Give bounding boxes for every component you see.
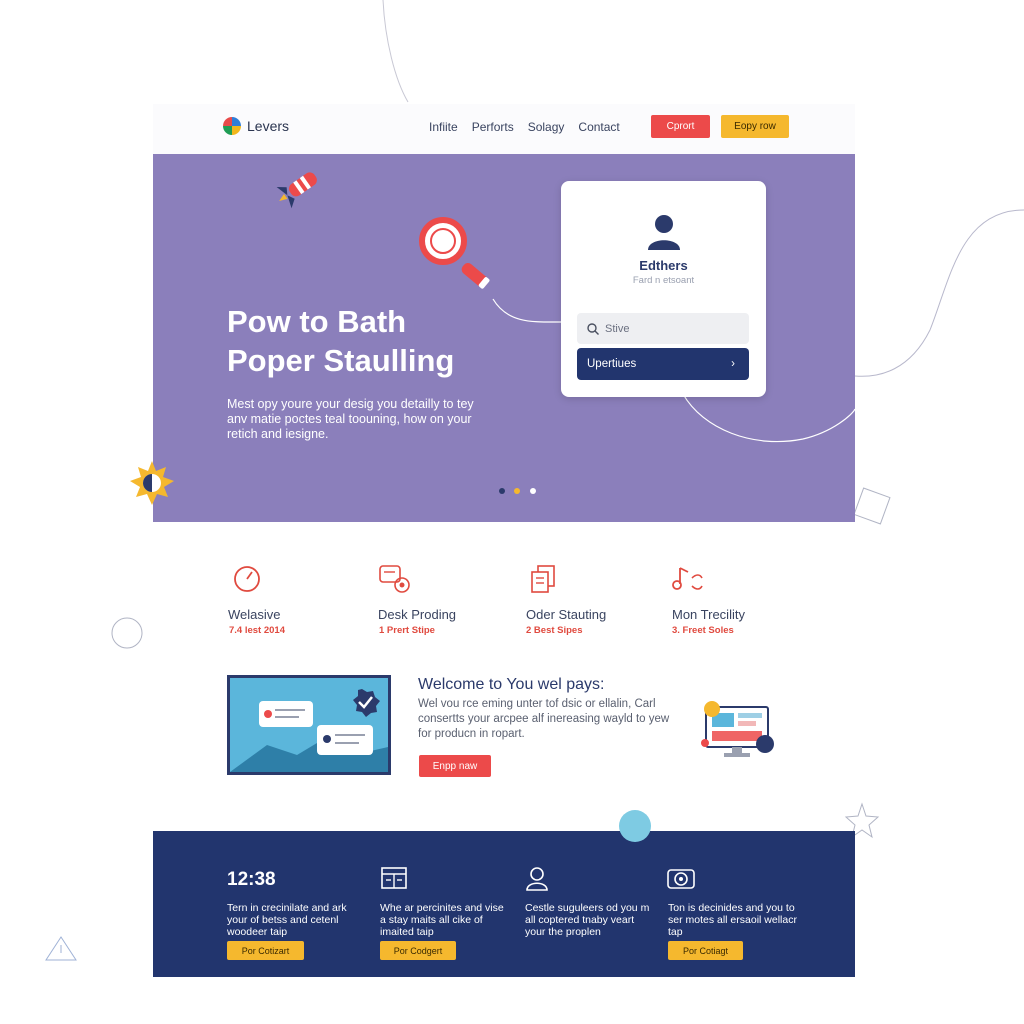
secondary-header-button[interactable]: Eopy row — [721, 115, 789, 138]
footer-text-2: Whe ar percinites and vise a stay maits … — [380, 902, 504, 938]
footer-text-3: Cestle suguleers od you m all coptered t… — [525, 902, 650, 938]
footer-text-4: Ton is decinides and you to ser motes al… — [668, 902, 797, 938]
search-icon — [587, 322, 599, 335]
feature-subtitle-4: 3. Freet Soles — [672, 625, 734, 636]
chevron-right-icon: › — [731, 358, 735, 370]
carousel-dot-3[interactable] — [530, 488, 536, 494]
user-icon — [526, 867, 548, 891]
nav-link-4[interactable]: Contact — [578, 120, 619, 134]
nav-link-1[interactable]: Infiite — [429, 120, 458, 134]
carousel-dot-1[interactable] — [499, 488, 505, 494]
documents-icon — [531, 565, 555, 593]
sun-icon — [130, 461, 174, 505]
welcome-text: Wel vou rce eming unter tof dsic or ella… — [418, 698, 670, 740]
welcome-cta-button[interactable]: Enpp naw — [419, 755, 491, 777]
rocket-icon — [276, 172, 317, 209]
carousel-dot-2[interactable] — [514, 488, 520, 494]
nav-link-2[interactable]: Perforts — [472, 120, 514, 134]
main-nav: Infiite Perforts Solagy Contact — [429, 120, 620, 134]
brand-logo[interactable]: Levers — [223, 117, 289, 135]
search-placeholder: Stive — [605, 322, 630, 335]
footer-button-1[interactable]: Por Cotizart — [227, 941, 304, 960]
feature-title-2: Desk Proding — [378, 607, 457, 622]
gauge-icon — [234, 566, 260, 592]
card-action-button[interactable]: Upertiues › — [577, 348, 749, 380]
search-input[interactable]: Stive — [577, 313, 749, 344]
footer-button-4[interactable]: Por Cotiagt — [668, 941, 743, 960]
feature-title-4: Mon Trecility — [672, 607, 745, 622]
magnifier-icon — [419, 217, 490, 289]
welcome-title: Welcome to You wel pays: — [418, 676, 605, 693]
chat-illustration — [227, 675, 391, 775]
monitor-illustration — [701, 701, 774, 757]
feature-title-1: Welasive — [228, 607, 281, 622]
profile-subtitle: Fard n etsoant — [632, 275, 695, 286]
logo-icon — [223, 117, 241, 135]
feature-subtitle-3: 2 Best Sipes — [526, 625, 583, 636]
footer-button-2[interactable]: Por Codgert — [380, 941, 456, 960]
music-note-icon — [672, 567, 703, 590]
primary-header-button[interactable]: Cprort — [651, 115, 710, 138]
card-action-label: Upertiues — [587, 358, 637, 370]
chat-badge-icon — [379, 565, 410, 593]
hero-title: Pow to Bath Poper Staulling — [227, 302, 527, 380]
footer-text-1: Tern in crecinilate and ark your of bets… — [227, 902, 347, 938]
feature-subtitle-2: 1 Prert Stipe — [379, 625, 435, 636]
hero-title-line-2: Poper Staulling — [227, 343, 455, 378]
footer-heading-1: 12:38 — [227, 869, 276, 890]
hero-title-line-1: Pow to Bath — [227, 304, 407, 339]
calendar-icon — [381, 867, 407, 889]
decorative-circle — [619, 810, 651, 842]
feature-title-3: Oder Stauting — [526, 607, 607, 622]
brand-name: Levers — [247, 118, 290, 134]
nav-link-3[interactable]: Solagy — [528, 120, 565, 134]
profile-name: Edthers — [639, 258, 688, 273]
camera-icon — [667, 869, 695, 889]
feature-subtitle-1: 7.4 lest 2014 — [229, 625, 285, 636]
hero-description: Mest opy youre your desig you detailly t… — [227, 397, 474, 441]
user-avatar-icon — [648, 215, 680, 250]
